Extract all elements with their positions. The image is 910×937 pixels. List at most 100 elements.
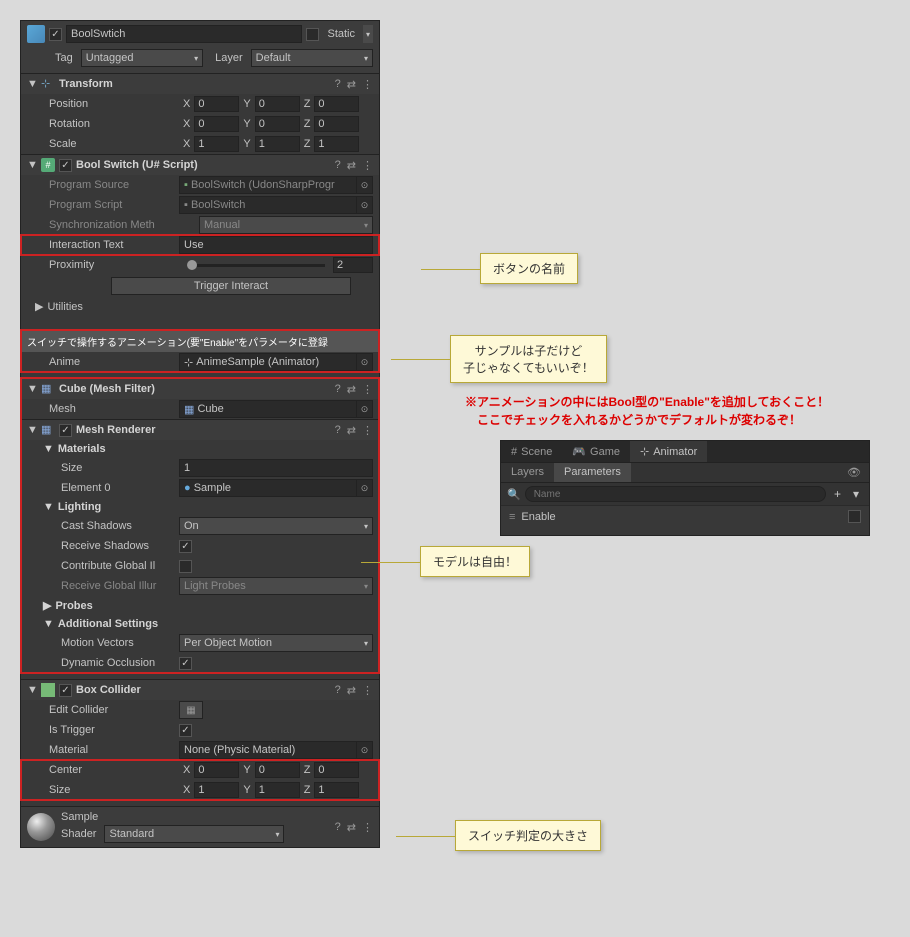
- contribute-gi-checkbox[interactable]: [179, 560, 192, 573]
- renderer-enable-checkbox[interactable]: [59, 424, 72, 437]
- receive-shadows-checkbox[interactable]: [179, 540, 192, 553]
- menu-icon[interactable]: ⋮: [362, 424, 373, 437]
- parameter-search-input[interactable]: [525, 486, 826, 502]
- center-z[interactable]: [314, 762, 359, 778]
- center-y[interactable]: [255, 762, 300, 778]
- add-parameter-button[interactable]: +: [830, 487, 845, 501]
- foldout-icon[interactable]: ▼: [27, 424, 37, 436]
- mesh-filter-title: Cube (Mesh Filter): [59, 383, 331, 395]
- layer-dropdown[interactable]: Default: [251, 49, 373, 67]
- preset-icon[interactable]: ⇄: [347, 78, 356, 91]
- object-picker[interactable]: [357, 196, 373, 214]
- preset-icon[interactable]: ⇄: [347, 821, 356, 834]
- position-y[interactable]: [255, 96, 300, 112]
- script-enable-checkbox[interactable]: [59, 159, 72, 172]
- is-trigger-checkbox[interactable]: [179, 724, 192, 737]
- menu-icon[interactable]: ⋮: [362, 383, 373, 396]
- utilities-foldout[interactable]: ▶Utilities: [21, 297, 379, 316]
- tab-scene[interactable]: #Scene: [501, 441, 562, 462]
- edit-collider-row: Edit Collider ▦: [21, 700, 379, 720]
- element0-field[interactable]: ● Sample: [179, 479, 357, 497]
- interaction-text-input[interactable]: [179, 236, 373, 254]
- menu-icon[interactable]: ⋮: [362, 821, 373, 834]
- transform-header[interactable]: ▼ ⊹ Transform ? ⇄ ⋮: [21, 73, 379, 94]
- drag-handle-icon[interactable]: ≡: [509, 511, 515, 523]
- subtab-layers[interactable]: Layers: [501, 463, 554, 482]
- lighting-foldout[interactable]: ▼Lighting: [21, 498, 379, 516]
- probes-foldout[interactable]: ▶Probes: [21, 596, 379, 615]
- sync-dropdown[interactable]: Manual: [199, 216, 373, 234]
- help-icon[interactable]: ?: [335, 424, 341, 437]
- foldout-icon[interactable]: ▼: [27, 78, 37, 90]
- tab-game[interactable]: 🎮Game: [562, 441, 630, 462]
- menu-icon[interactable]: ⋮: [362, 684, 373, 697]
- rotation-z[interactable]: [314, 116, 359, 132]
- param-enable-checkbox[interactable]: [848, 510, 861, 523]
- collider-material-field[interactable]: None (Physic Material): [179, 741, 357, 759]
- position-z[interactable]: [314, 96, 359, 112]
- script-header[interactable]: ▼ # Bool Switch (U# Script) ? ⇄ ⋮: [21, 154, 379, 175]
- collider-enable-checkbox[interactable]: [59, 684, 72, 697]
- proximity-slider[interactable]: [187, 264, 325, 267]
- box-collider-header[interactable]: ▼ Box Collider ?⇄⋮: [21, 679, 379, 700]
- static-dropdown[interactable]: [363, 25, 373, 43]
- tab-animator[interactable]: ⊹Animator: [630, 441, 707, 462]
- cast-shadows-row: Cast Shadows On: [21, 516, 379, 536]
- trigger-interact-button[interactable]: Trigger Interact: [111, 277, 351, 295]
- mesh-filter-header[interactable]: ▼ ▦ Cube (Mesh Filter) ?⇄⋮: [21, 378, 379, 399]
- preset-icon[interactable]: ⇄: [347, 383, 356, 396]
- foldout-icon[interactable]: ▼: [27, 159, 37, 171]
- rotation-y[interactable]: [255, 116, 300, 132]
- shader-dropdown[interactable]: Standard: [104, 825, 284, 843]
- proximity-value[interactable]: [333, 257, 373, 273]
- object-picker[interactable]: [357, 176, 373, 194]
- preset-icon[interactable]: ⇄: [347, 424, 356, 437]
- scale-y[interactable]: [255, 136, 300, 152]
- param-enable-row[interactable]: ≡ Enable: [501, 505, 869, 527]
- help-icon[interactable]: ?: [335, 821, 341, 834]
- foldout-icon[interactable]: ▼: [27, 383, 37, 395]
- help-icon[interactable]: ?: [335, 383, 341, 396]
- help-icon[interactable]: ?: [335, 78, 341, 91]
- anime-field[interactable]: ⊹ AnimeSample (Animator): [179, 353, 357, 371]
- menu-icon[interactable]: ⋮: [362, 159, 373, 172]
- receive-gi-row: Receive Global Illur Light Probes: [21, 576, 379, 596]
- size-z[interactable]: [314, 782, 359, 798]
- animator-subtabs: Layers Parameters 👁: [501, 463, 869, 483]
- foldout-icon[interactable]: ▼: [27, 684, 37, 696]
- scale-z[interactable]: [314, 136, 359, 152]
- center-x[interactable]: [194, 762, 239, 778]
- object-picker[interactable]: [357, 400, 373, 418]
- mesh-renderer-header[interactable]: ▼ ▦ Mesh Renderer ?⇄⋮: [21, 419, 379, 440]
- materials-foldout[interactable]: ▼Materials: [21, 440, 379, 458]
- additional-foldout[interactable]: ▼Additional Settings: [21, 615, 379, 633]
- object-picker[interactable]: [357, 353, 373, 371]
- menu-icon[interactable]: ⋮: [362, 78, 373, 91]
- static-checkbox[interactable]: [306, 28, 319, 41]
- material-preview[interactable]: Sample Shader Standard ?⇄⋮: [21, 806, 379, 847]
- mesh-field[interactable]: ▦ Cube: [179, 400, 357, 418]
- object-picker[interactable]: [357, 479, 373, 497]
- callout-sample-child: サンプルは子だけど 子じゃなくてもいいぞ！: [450, 335, 607, 383]
- position-x[interactable]: [194, 96, 239, 112]
- help-icon[interactable]: ?: [335, 684, 341, 697]
- tag-dropdown[interactable]: Untagged: [81, 49, 203, 67]
- object-picker[interactable]: [357, 741, 373, 759]
- preset-icon[interactable]: ⇄: [347, 159, 356, 172]
- cast-shadows-dropdown[interactable]: On: [179, 517, 373, 535]
- materials-size-input[interactable]: [179, 459, 373, 477]
- motion-vectors-dropdown[interactable]: Per Object Motion: [179, 634, 373, 652]
- size-x[interactable]: [194, 782, 239, 798]
- help-icon[interactable]: ?: [335, 159, 341, 172]
- edit-collider-button[interactable]: ▦: [179, 701, 203, 719]
- preset-icon[interactable]: ⇄: [347, 684, 356, 697]
- dynamic-occlusion-checkbox[interactable]: [179, 657, 192, 670]
- active-checkbox[interactable]: [49, 28, 62, 41]
- eye-icon[interactable]: 👁: [839, 463, 869, 482]
- gameobject-name-input[interactable]: [66, 25, 302, 43]
- parameter-type-dropdown[interactable]: ▾: [849, 487, 863, 501]
- scale-x[interactable]: [194, 136, 239, 152]
- rotation-x[interactable]: [194, 116, 239, 132]
- subtab-parameters[interactable]: Parameters: [554, 463, 631, 482]
- size-y[interactable]: [255, 782, 300, 798]
